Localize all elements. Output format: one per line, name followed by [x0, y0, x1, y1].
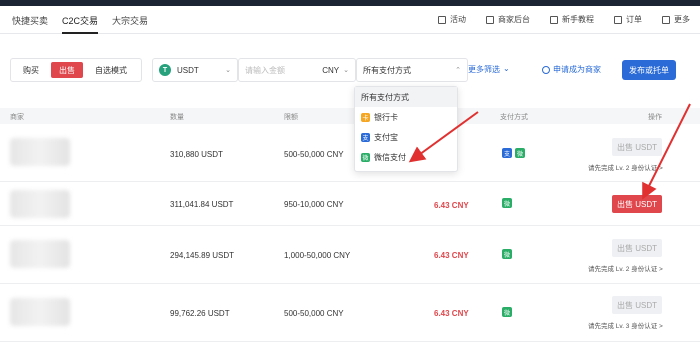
grid-icon — [438, 15, 446, 24]
wechat-pay-icon: 微 — [502, 307, 512, 317]
filter-bar: 购买 出售 自选模式 T USDT ⌄ CNY⌄ 所有支付方式 ⌃ 更多筛选⌄ … — [10, 58, 700, 82]
monitor-icon — [486, 15, 494, 24]
payment-option-label: 支付宝 — [374, 132, 398, 142]
quantity-cell: 294,145.89 USDT — [170, 251, 235, 260]
quantity-cell: 311,041.84 USDT — [170, 200, 234, 209]
sell-usdt-button[interactable]: 出售 USDT — [612, 296, 662, 314]
limit-cell: 1,000-50,000 CNY — [284, 251, 351, 260]
nav-link-label: 更多 — [674, 15, 690, 24]
shield-icon — [542, 65, 550, 74]
payment-option-bank-card[interactable]: 卡银行卡 — [355, 107, 457, 127]
publish-ad-button[interactable]: 发布或托单 — [622, 60, 676, 80]
nav-link-label: 商家后台 — [498, 15, 530, 24]
amount-input[interactable] — [245, 65, 311, 75]
payment-option-label: 微信支付 — [374, 152, 406, 162]
price-cell: 6.43 CNY — [434, 251, 469, 260]
sell-usdt-button[interactable]: 出售 USDT — [612, 239, 662, 257]
nav-tabs: 快捷买卖 C2C交易 大宗交易 — [12, 14, 148, 34]
merchant-avatar-blurred — [10, 138, 70, 166]
trade-mode-toggle: 购买 出售 自选模式 — [10, 58, 142, 82]
header-limit: 限额 — [284, 114, 298, 121]
apply-merchant-label: 申请成为商家 — [553, 65, 601, 74]
merchant-avatar-blurred — [10, 190, 70, 218]
payment-option-label: 所有支付方式 — [361, 92, 409, 102]
sell-toggle-button[interactable]: 出售 — [51, 62, 83, 78]
alipay-icon: 支 — [502, 148, 512, 158]
amount-field: CNY⌄ — [238, 58, 356, 82]
wechat-pay-icon: 微 — [515, 148, 525, 158]
chevron-down-icon: ⌄ — [343, 66, 349, 74]
nav-link-label: 订单 — [626, 15, 642, 24]
order-icon — [614, 15, 622, 24]
tether-icon: T — [159, 64, 171, 76]
merchant-avatar-blurred — [10, 298, 70, 326]
nav-links: 活动 商家后台 新手教程 订单 更多 — [438, 14, 690, 25]
nav-link-merchant-backend[interactable]: 商家后台 — [486, 14, 530, 25]
wechat-pay-icon: 微 — [502, 249, 512, 259]
currency-value: CNY — [322, 65, 340, 75]
table-row: 310,880 USDT 500-50,000 CNY 支 微 出售 USDT … — [0, 124, 700, 182]
payment-method-value: 所有支付方式 — [363, 65, 411, 75]
verification-note-link[interactable]: 请先完成 Lv. 2 身份认证 > — [588, 263, 663, 273]
limit-cell: 950-10,000 CNY — [284, 200, 344, 209]
quantity-cell: 99,762.26 USDT — [170, 309, 230, 318]
nav-link-orders[interactable]: 订单 — [614, 14, 642, 25]
nav-link-label: 活动 — [450, 15, 466, 24]
header-action: 操作 — [648, 114, 662, 121]
currency-select[interactable]: CNY ⌄ — [322, 66, 349, 75]
header-merchant: 商家 — [10, 114, 24, 121]
alipay-icon: 支 — [361, 132, 370, 142]
tab-block-trade[interactable]: 大宗交易 — [112, 14, 148, 34]
verification-note-link[interactable]: 请先完成 Lv. 3 身份认证 > — [588, 320, 663, 330]
wechat-pay-icon: 微 — [361, 152, 370, 162]
wechat-pay-icon: 微 — [502, 198, 512, 208]
payment-option-wechat[interactable]: 微微信支付 — [355, 147, 457, 167]
chevron-up-icon: ⌃ — [455, 67, 461, 74]
table-header: 商家 数量 限额 支付方式 操作 — [0, 108, 700, 124]
payment-method-select[interactable]: 所有支付方式 ⌃ — [356, 58, 468, 82]
tab-quick-trade[interactable]: 快捷买卖 — [12, 14, 48, 34]
nav-link-activity[interactable]: 活动 — [438, 14, 466, 25]
chevron-down-icon: ⌄ — [503, 64, 510, 73]
header-payment: 支付方式 — [500, 114, 528, 121]
more-filters-label: 更多筛选 — [468, 65, 500, 74]
more-filters-link[interactable]: 更多筛选 ⌄ — [468, 64, 510, 75]
more-icon — [662, 15, 670, 24]
table-row: 99,762.26 USDT 500-50,000 CNY 6.43 CNY 微… — [0, 284, 700, 342]
buy-toggle-button[interactable]: 购买 — [15, 62, 47, 78]
sell-usdt-button[interactable]: 出售 USDT — [612, 195, 662, 213]
nav-link-label: 新手教程 — [562, 15, 594, 24]
coin-select[interactable]: T USDT ⌄ — [152, 58, 238, 82]
bank-card-icon: 卡 — [361, 112, 370, 122]
main-navigation: 快捷买卖 C2C交易 大宗交易 活动 商家后台 新手教程 订单 更多 — [0, 6, 700, 34]
merchant-avatar-blurred — [10, 240, 70, 268]
limit-cell: 500-50,000 CNY — [284, 150, 344, 159]
limit-cell: 500-50,000 CNY — [284, 309, 344, 318]
self-select-mode-button[interactable]: 自选模式 — [87, 62, 135, 78]
table-row: 311,041.84 USDT 950-10,000 CNY 6.43 CNY … — [0, 182, 700, 226]
payment-option-all[interactable]: 所有支付方式 — [355, 87, 457, 107]
book-icon — [550, 15, 558, 24]
quantity-cell: 310,880 USDT — [170, 150, 223, 159]
verification-note-link[interactable]: 请先完成 Lv. 2 身份认证 > — [588, 162, 663, 172]
price-cell: 6.43 CNY — [434, 309, 469, 318]
nav-link-more[interactable]: 更多 — [662, 14, 690, 25]
price-cell: 6.43 CNY — [434, 201, 469, 210]
header-quantity: 数量 — [170, 114, 184, 121]
sell-usdt-button[interactable]: 出售 USDT — [612, 138, 662, 156]
apply-merchant-link[interactable]: 申请成为商家 — [542, 64, 601, 75]
table-row: 294,145.89 USDT 1,000-50,000 CNY 6.43 CN… — [0, 226, 700, 284]
nav-link-tutorial[interactable]: 新手教程 — [550, 14, 594, 25]
tab-c2c-trade[interactable]: C2C交易 — [62, 14, 99, 34]
payment-option-alipay[interactable]: 支支付宝 — [355, 127, 457, 147]
chevron-down-icon: ⌄ — [225, 67, 231, 74]
payment-method-dropdown: 所有支付方式 卡银行卡 支支付宝 微微信支付 — [354, 86, 458, 172]
payment-option-label: 银行卡 — [374, 112, 398, 122]
coin-value: USDT — [177, 65, 199, 75]
